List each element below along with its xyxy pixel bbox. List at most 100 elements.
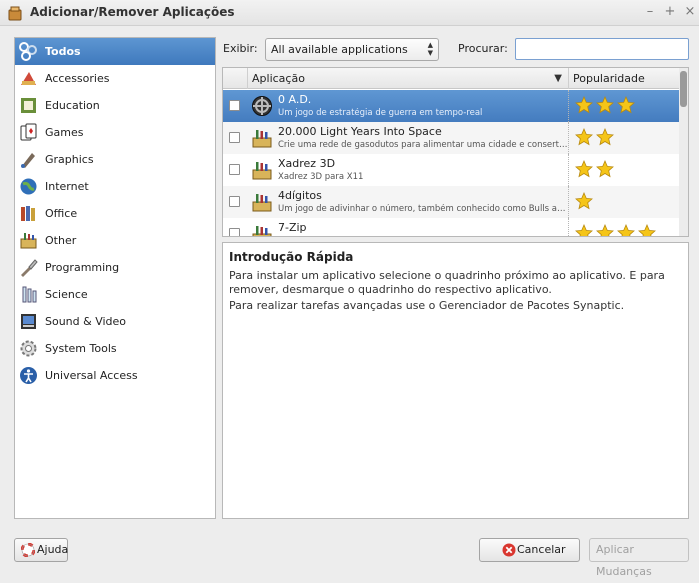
install-checkbox[interactable] xyxy=(229,164,240,175)
popularity-stars xyxy=(575,191,596,210)
sidebar-item-programming[interactable]: Programming xyxy=(15,254,215,281)
install-checkbox[interactable] xyxy=(229,196,240,207)
list-scrollbar[interactable] xyxy=(679,68,688,236)
sidebar-item-graphics[interactable]: Graphics xyxy=(15,146,215,173)
star-icon xyxy=(575,127,593,146)
popularity-stars xyxy=(575,127,617,146)
sidebar-item-label: Accessories xyxy=(45,72,110,85)
sort-down-icon: ▼ xyxy=(554,73,562,84)
star-icon xyxy=(596,159,614,178)
sidebar-item-office[interactable]: Office xyxy=(15,200,215,227)
sidebar-item-system-tools[interactable]: System Tools xyxy=(15,335,215,362)
apply-changes-button[interactable]: Aplicar Mudanças xyxy=(589,538,689,578)
package-icon xyxy=(252,162,272,180)
header-popularity[interactable]: Popularidade xyxy=(569,68,679,89)
accessories-icon xyxy=(21,72,36,85)
sidebar-item-accessories[interactable]: Accessories xyxy=(15,65,215,92)
close-button[interactable]: × xyxy=(683,4,697,20)
title-bar: Adicionar/Remover Aplicações – + × xyxy=(0,0,699,26)
maximize-button[interactable]: + xyxy=(663,4,677,20)
search-input[interactable] xyxy=(515,38,689,60)
games-icon xyxy=(20,123,37,141)
sidebar-item-internet[interactable]: Internet xyxy=(15,173,215,200)
help-button[interactable]: Ajuda xyxy=(14,538,68,562)
app-description: Um jogo de adivinhar o número, também co… xyxy=(278,204,568,214)
show-filter-value: All available applications xyxy=(271,43,408,56)
sidebar-item-label: Other xyxy=(45,234,77,247)
combo-arrows-icon: ▲ ▼ xyxy=(427,41,433,57)
education-icon xyxy=(21,98,36,113)
list-header: Aplicação ▼ Popularidade xyxy=(223,68,679,89)
table-row[interactable]: 0 A.D. Um jogo de estratégia de guerra e… xyxy=(223,90,679,122)
sidebar-item-education[interactable]: Education xyxy=(15,92,215,119)
lifebuoy-icon xyxy=(21,543,35,557)
system-tools-icon xyxy=(20,340,37,357)
other-icon xyxy=(20,233,37,249)
sidebar-item-todos[interactable]: Todos xyxy=(15,38,215,65)
cancel-button[interactable]: Cancelar xyxy=(479,538,580,562)
minimize-button[interactable]: – xyxy=(643,4,657,20)
sidebar-item-other[interactable]: Other xyxy=(15,227,215,254)
package-icon xyxy=(252,194,272,212)
application-list: Aplicação ▼ Popularidade 0 A.D. Um jogo … xyxy=(222,67,689,237)
science-icon xyxy=(22,286,37,303)
star-icon xyxy=(596,95,614,114)
window-title: Adicionar/Remover Aplicações xyxy=(30,5,235,19)
programming-icon xyxy=(21,259,38,277)
popularity-stars xyxy=(575,95,638,114)
scrollbar-thumb[interactable] xyxy=(680,71,687,107)
sidebar-item-label: Sound & Video xyxy=(45,315,127,328)
sidebar-item-universal-access[interactable]: Universal Access xyxy=(15,362,215,389)
table-row[interactable]: Xadrez 3D Xadrez 3D para X11 xyxy=(223,154,679,186)
table-row[interactable]: 7-Zip xyxy=(223,218,679,236)
sidebar-item-label: Education xyxy=(45,99,100,112)
all-apps-icon xyxy=(19,42,37,61)
star-icon xyxy=(638,223,656,236)
sidebar-item-label: Graphics xyxy=(45,153,94,166)
app-name: Xadrez 3D xyxy=(278,157,336,170)
sidebar-item-games[interactable]: Games xyxy=(15,119,215,146)
sound-video-icon xyxy=(21,314,36,329)
info-panel: Introdução Rápida Para instalar um aplic… xyxy=(222,242,689,519)
install-checkbox[interactable] xyxy=(229,132,240,143)
sidebar-item-science[interactable]: Science xyxy=(15,281,215,308)
star-icon xyxy=(575,159,593,178)
office-icon xyxy=(21,206,35,221)
install-checkbox[interactable] xyxy=(229,228,240,236)
category-sidebar: Todos Accessories Education Games Graphi… xyxy=(14,37,216,519)
cancel-icon xyxy=(502,543,516,557)
app-name: 4dígitos xyxy=(278,189,322,202)
star-icon xyxy=(617,223,635,236)
search-label: Procurar: xyxy=(458,42,508,55)
internet-icon xyxy=(20,178,37,195)
package-manager-icon xyxy=(8,6,22,21)
universal-access-icon xyxy=(20,367,37,384)
sidebar-item-label: Games xyxy=(45,126,84,139)
app-name: 7-Zip xyxy=(278,221,307,234)
header-application[interactable]: Aplicação ▼ xyxy=(248,68,569,89)
app-description: Xadrez 3D para X11 xyxy=(278,172,364,182)
graphics-icon xyxy=(21,153,35,168)
show-filter-select[interactable]: All available applications ▲ ▼ xyxy=(265,38,439,61)
sidebar-item-sound-video[interactable]: Sound & Video xyxy=(15,308,215,335)
package-icon xyxy=(252,130,272,148)
sidebar-item-label: Programming xyxy=(45,261,120,274)
table-row[interactable]: 20.000 Light Years Into Space Crie uma r… xyxy=(223,122,679,154)
info-paragraph: Para realizar tarefas avançadas use o Ge… xyxy=(229,299,625,312)
app-name: 0 A.D. xyxy=(278,93,312,106)
popularity-stars xyxy=(575,223,679,236)
table-row[interactable]: 4dígitos Um jogo de adivinhar o número, … xyxy=(223,186,679,218)
header-checkbox-column[interactable] xyxy=(223,68,248,89)
star-icon xyxy=(596,127,614,146)
0ad-icon xyxy=(252,96,272,116)
sidebar-item-label: Internet xyxy=(45,180,89,193)
sidebar-item-label: System Tools xyxy=(45,342,117,355)
app-description: Um jogo de estratégia de guerra em tempo… xyxy=(278,108,483,118)
package-icon xyxy=(252,226,272,236)
star-icon xyxy=(575,223,593,236)
star-icon xyxy=(596,223,614,236)
app-description: Crie uma rede de gasodutos para alimenta… xyxy=(278,140,568,150)
popularity-stars xyxy=(575,159,617,178)
star-icon xyxy=(575,191,593,210)
install-checkbox[interactable] xyxy=(229,100,240,111)
